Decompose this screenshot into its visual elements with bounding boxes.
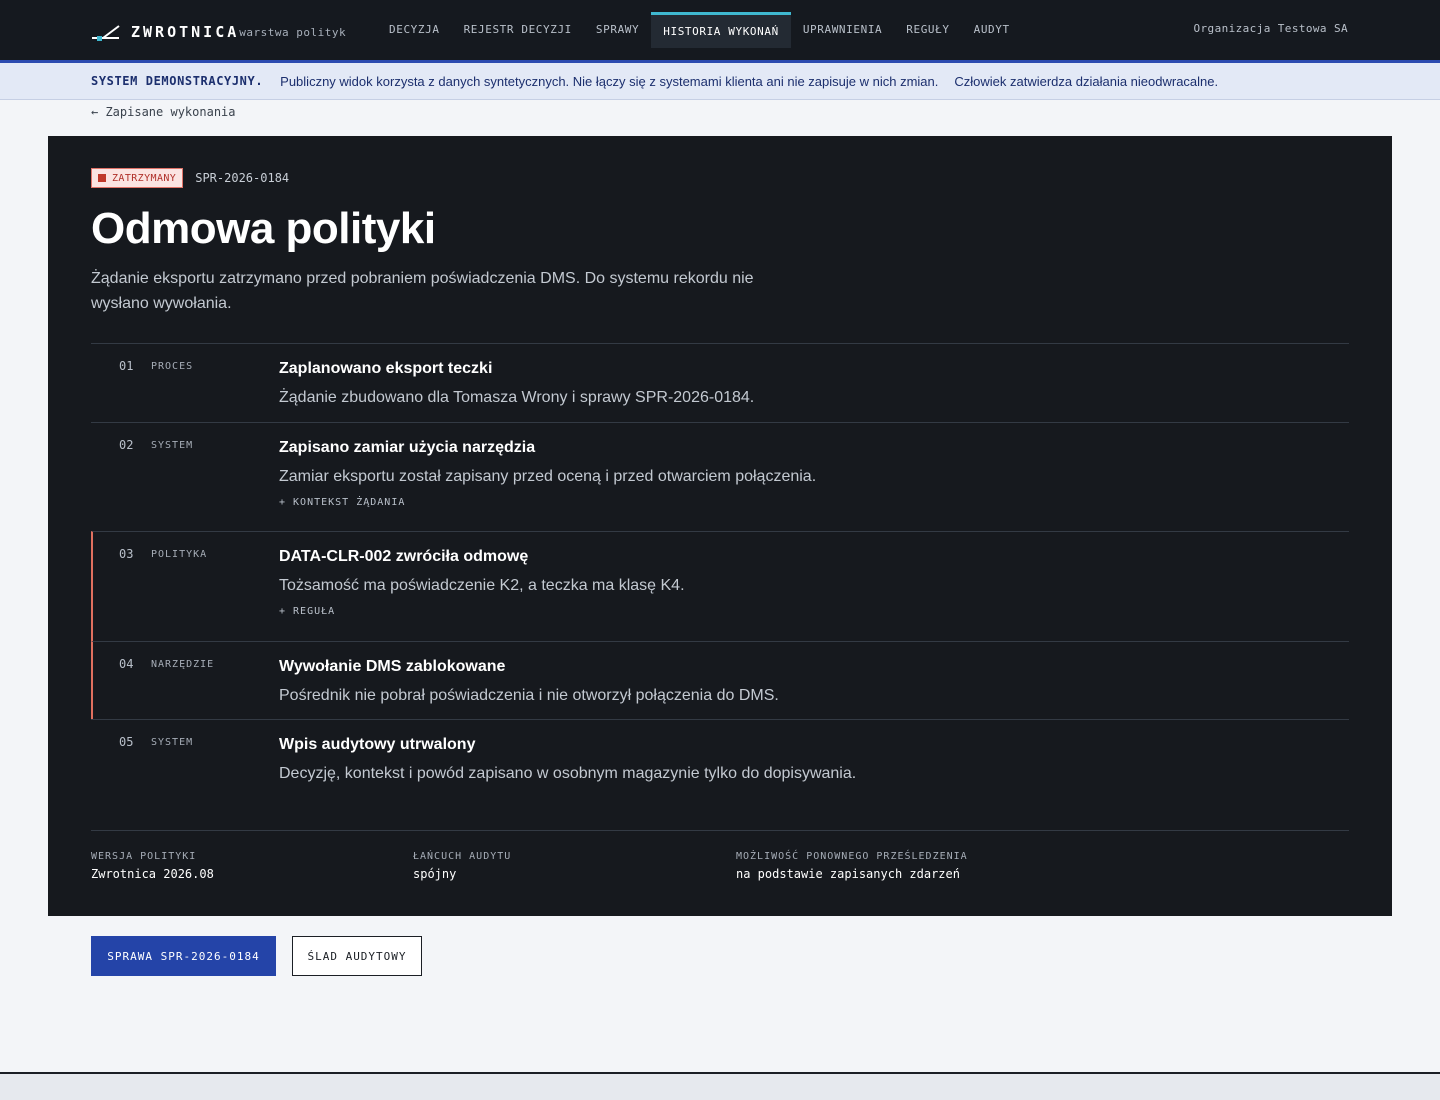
demo-banner: SYSTEM DEMONSTRACYJNY. Publiczny widok k… (0, 60, 1440, 100)
step-body: Zapisano zamiar użycia narzędzia Zamiar … (279, 437, 1279, 508)
page-title: Odmowa polityki (91, 204, 436, 253)
step-row: 01 PROCES Zaplanowano eksport teczki Żąd… (91, 343, 1349, 422)
step-number: 04 (119, 657, 134, 671)
audit-chain-label: ŁAŃCUCH AUDYTU (413, 851, 512, 862)
expand-request-context-toggle[interactable]: + KONTEKST ŻĄDANIA (279, 497, 1279, 508)
nav-item-reguly[interactable]: REGUŁY (894, 12, 961, 48)
status-row: ZATRZYMANY SPR-2026-0184 (91, 168, 289, 188)
step-description: Pośrednik nie pobrał poświadczenia i nie… (279, 687, 779, 704)
status-text: ZATRZYMANY (112, 172, 177, 184)
step-title: Zaplanowano eksport teczki (279, 360, 493, 377)
step-title: Wywołanie DMS zablokowane (279, 658, 506, 675)
step-number: 05 (119, 735, 134, 749)
expand-rule-toggle[interactable]: + REGUŁA (279, 606, 1279, 617)
nav-item-rejestr-decyzji[interactable]: REJESTR DECYZJI (452, 12, 584, 48)
banner-text: Publiczny widok korzysta z danych syntet… (280, 73, 939, 89)
banner-label: SYSTEM DEMONSTRACYJNY. (91, 74, 264, 88)
step-row: 05 SYSTEM Wpis audytowy utrwalony Decyzj… (91, 719, 1349, 799)
audit-chain-value: spójny (413, 867, 457, 881)
step-category: POLITYKA (151, 549, 208, 560)
replay-value: na podstawie zapisanych zdarzeń (736, 867, 960, 881)
step-number: 02 (119, 438, 134, 452)
footer (0, 1072, 1440, 1100)
brand-name: ZWROTNICA (131, 22, 240, 41)
audit-trail-button[interactable]: ŚLAD AUDYTOWY (292, 936, 422, 976)
step-description: Decyzję, kontekst i powód zapisano w oso… (279, 765, 857, 782)
banner-text-approval: Człowiek zatwierdza działania nieodwraca… (954, 73, 1219, 89)
step-category: SYSTEM (151, 440, 194, 451)
policy-version-label: WERSJA POLITYKI (91, 851, 197, 862)
policy-version: WERSJA POLITYKI Zwrotnica 2026.08 (91, 851, 214, 881)
step-row-blocked: 04 NARZĘDZIE Wywołanie DMS zablokowane P… (91, 641, 1349, 719)
replay-capability: MOŻLIWOŚĆ PONOWNEGO PRZEŚLEDZENIA na pod… (736, 851, 968, 881)
step-body: Wywołanie DMS zablokowane Pośrednik nie … (279, 656, 1279, 707)
stop-icon (98, 174, 106, 182)
step-description: Żądanie zbudowano dla Tomasza Wrony i sp… (279, 389, 755, 406)
brand-subtitle: warstwa polityk (239, 26, 347, 39)
top-navigation-bar: ZWROTNICA warstwa polityk DECYZJA REJEST… (0, 0, 1440, 60)
step-row: 02 SYSTEM Zapisano zamiar użycia narzędz… (91, 422, 1349, 531)
brand[interactable]: ZWROTNICA warstwa polityk (91, 18, 346, 45)
nav-item-decyzja[interactable]: DECYZJA (377, 12, 452, 48)
switch-logo-icon (91, 20, 121, 44)
policy-version-value: Zwrotnica 2026.08 (91, 867, 214, 881)
execution-metadata: WERSJA POLITYKI Zwrotnica 2026.08 ŁAŃCUC… (91, 830, 1349, 881)
status-badge: ZATRZYMANY (91, 168, 184, 188)
step-row-denied: 03 POLITYKA DATA-CLR-002 zwróciła odmowę… (91, 531, 1349, 641)
step-body: DATA-CLR-002 zwróciła odmowę Tożsamość m… (279, 546, 1279, 617)
nav-item-sprawy[interactable]: SPRAWY (584, 12, 651, 48)
replay-label: MOŻLIWOŚĆ PONOWNEGO PRZEŚLEDZENIA (736, 851, 968, 862)
step-description: Tożsamość ma poświadczenie K2, a teczka … (279, 577, 685, 594)
step-category: SYSTEM (151, 737, 194, 748)
nav-item-uprawnienia[interactable]: UPRAWNIENIA (791, 12, 894, 48)
run-description: Żądanie eksportu zatrzymano przed pobran… (91, 270, 754, 312)
nav-item-audyt[interactable]: AUDYT (962, 12, 1022, 48)
execution-steps: 01 PROCES Zaplanowano eksport teczki Żąd… (91, 343, 1349, 799)
step-body: Zaplanowano eksport teczki Żądanie zbudo… (279, 358, 1279, 409)
step-category: NARZĘDZIE (151, 659, 215, 670)
step-number: 03 (119, 547, 134, 561)
step-title: Zapisano zamiar użycia narzędzia (279, 439, 536, 456)
main-nav: DECYZJA REJESTR DECYZJI SPRAWY HISTORIA … (377, 12, 1022, 48)
step-number: 01 (119, 359, 134, 373)
step-title: Wpis audytowy utrwalony (279, 736, 476, 753)
step-title: DATA-CLR-002 zwróciła odmowę (279, 548, 529, 565)
execution-panel: ZATRZYMANY SPR-2026-0184 Odmowa polityki… (48, 136, 1392, 916)
case-id: SPR-2026-0184 (195, 171, 290, 185)
step-description: Zamiar eksportu został zapisany przed oc… (279, 468, 817, 485)
organization-name[interactable]: Organizacja Testowa SA (1194, 22, 1349, 35)
audit-chain: ŁAŃCUCH AUDYTU spójny (413, 851, 511, 881)
step-category: PROCES (151, 361, 194, 372)
case-button[interactable]: SPRAWA SPR-2026-0184 (91, 936, 276, 976)
back-link[interactable]: ← Zapisane wykonania (91, 105, 236, 119)
step-body: Wpis audytowy utrwalony Decyzję, konteks… (279, 734, 1279, 785)
nav-item-historia-wykonan[interactable]: HISTORIA WYKONAŃ (651, 12, 791, 48)
